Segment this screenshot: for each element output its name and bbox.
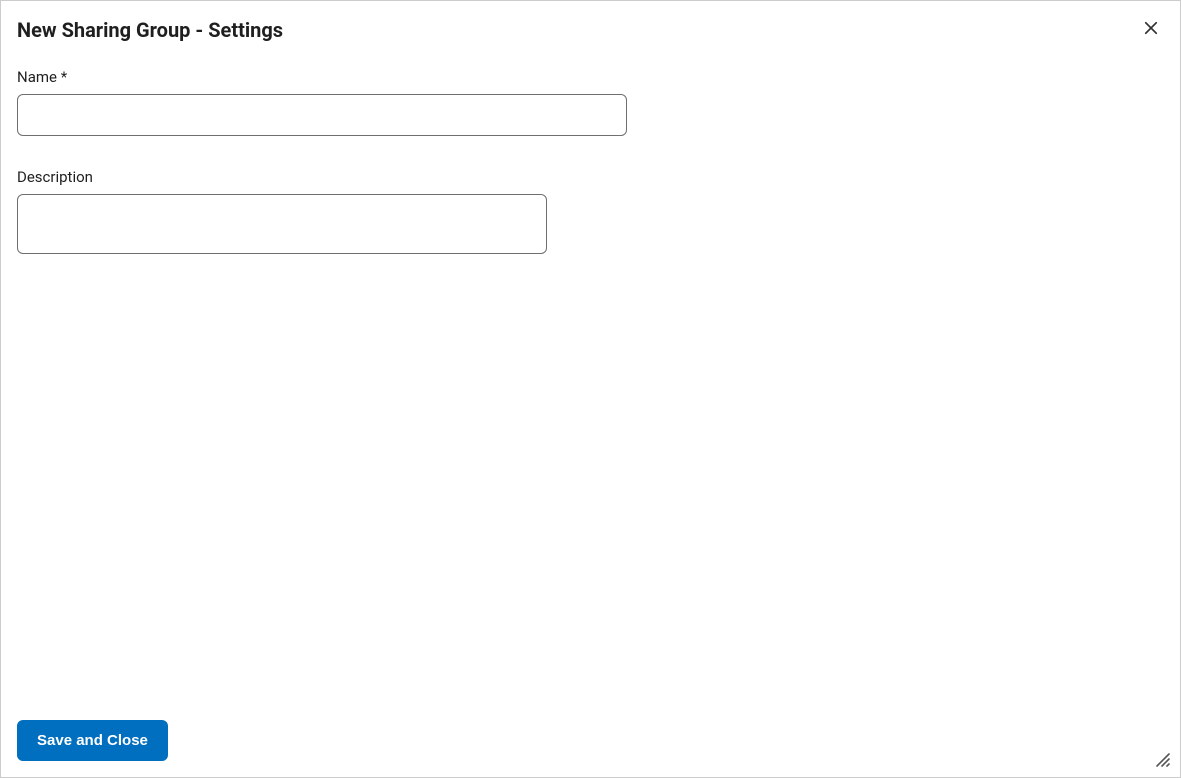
description-input[interactable] — [17, 194, 547, 254]
name-input[interactable] — [17, 94, 627, 136]
dialog-title: New Sharing Group - Settings — [17, 18, 283, 42]
name-label: Name * — [17, 68, 1164, 86]
form-group-description: Description — [17, 168, 1164, 258]
resize-handle-icon[interactable] — [1154, 751, 1170, 767]
form-group-name: Name * — [17, 68, 1164, 136]
dialog-body: Name * Description — [1, 44, 1180, 708]
dialog: New Sharing Group - Settings Name * Desc… — [0, 0, 1181, 778]
dialog-footer: Save and Close — [1, 708, 1180, 777]
close-icon — [1142, 19, 1160, 40]
dialog-header: New Sharing Group - Settings — [1, 1, 1180, 44]
close-button[interactable] — [1138, 15, 1164, 44]
description-label: Description — [17, 168, 1164, 186]
save-and-close-button[interactable]: Save and Close — [17, 720, 168, 761]
